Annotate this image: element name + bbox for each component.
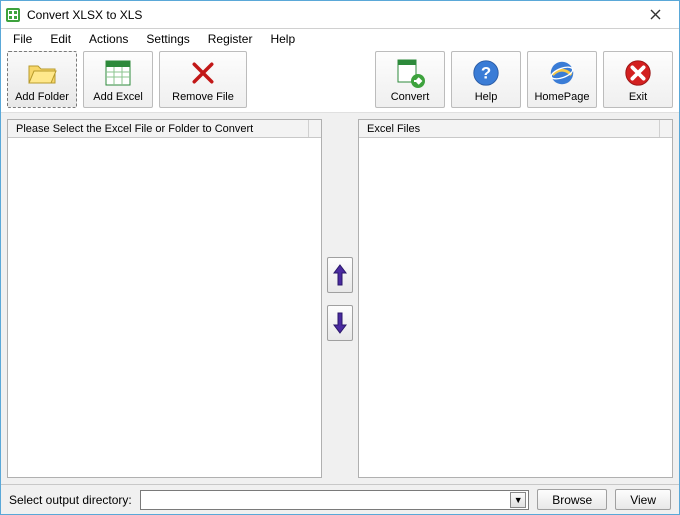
view-button[interactable]: View	[615, 489, 671, 510]
convert-icon	[394, 57, 426, 89]
toolbar-spacer	[253, 51, 369, 108]
menu-register[interactable]: Register	[200, 30, 261, 48]
menu-settings[interactable]: Settings	[138, 30, 197, 48]
help-label: Help	[475, 91, 498, 103]
menu-help[interactable]: Help	[262, 30, 303, 48]
add-excel-button[interactable]: Add Excel	[83, 51, 153, 108]
convert-label: Convert	[391, 91, 430, 103]
menubar: File Edit Actions Settings Register Help	[1, 29, 679, 49]
menu-edit[interactable]: Edit	[42, 30, 79, 48]
help-button[interactable]: ? Help	[451, 51, 521, 108]
add-folder-button[interactable]: Add Folder	[7, 51, 77, 108]
move-down-button[interactable]	[327, 305, 353, 341]
app-icon	[5, 7, 21, 23]
reorder-controls	[326, 119, 354, 478]
titlebar: Convert XLSX to XLS	[1, 1, 679, 29]
browse-button[interactable]: Browse	[537, 489, 607, 510]
exit-button[interactable]: Exit	[603, 51, 673, 108]
right-panel: Excel Files	[358, 119, 673, 478]
toolbar: Add Folder Add Excel Remove	[1, 49, 679, 113]
right-panel-header-text: Excel Files	[367, 123, 420, 135]
menu-actions[interactable]: Actions	[81, 30, 136, 48]
add-excel-label: Add Excel	[93, 91, 143, 103]
chevron-down-icon[interactable]: ▼	[510, 492, 526, 508]
output-dir-combo[interactable]: ▼	[140, 490, 529, 510]
ie-icon	[546, 57, 578, 89]
app-window: Convert XLSX to XLS File Edit Actions Se…	[0, 0, 680, 515]
left-panel-list[interactable]	[8, 138, 321, 477]
folder-icon	[26, 57, 58, 89]
close-button[interactable]	[635, 3, 675, 27]
remove-file-label: Remove File	[172, 91, 234, 103]
right-panel-header[interactable]: Excel Files	[359, 120, 672, 138]
remove-file-button[interactable]: Remove File	[159, 51, 247, 108]
exit-label: Exit	[629, 91, 647, 103]
exit-icon	[622, 57, 654, 89]
help-icon: ?	[470, 57, 502, 89]
output-dir-label: Select output directory:	[9, 493, 132, 507]
add-folder-label: Add Folder	[15, 91, 69, 103]
convert-button[interactable]: Convert	[375, 51, 445, 108]
svg-text:?: ?	[481, 63, 491, 82]
homepage-button[interactable]: HomePage	[527, 51, 597, 108]
left-panel: Please Select the Excel File or Folder t…	[7, 119, 322, 478]
left-panel-header-text: Please Select the Excel File or Folder t…	[16, 123, 253, 135]
right-panel-list[interactable]	[359, 138, 672, 477]
bottom-bar: Select output directory: ▼ Browse View	[1, 484, 679, 514]
title: Convert XLSX to XLS	[27, 8, 635, 22]
excel-icon	[102, 57, 134, 89]
move-up-button[interactable]	[327, 257, 353, 293]
menu-file[interactable]: File	[5, 30, 40, 48]
left-panel-header[interactable]: Please Select the Excel File or Folder t…	[8, 120, 321, 138]
homepage-label: HomePage	[534, 91, 589, 103]
main-area: Please Select the Excel File or Folder t…	[1, 113, 679, 484]
remove-icon	[187, 57, 219, 89]
